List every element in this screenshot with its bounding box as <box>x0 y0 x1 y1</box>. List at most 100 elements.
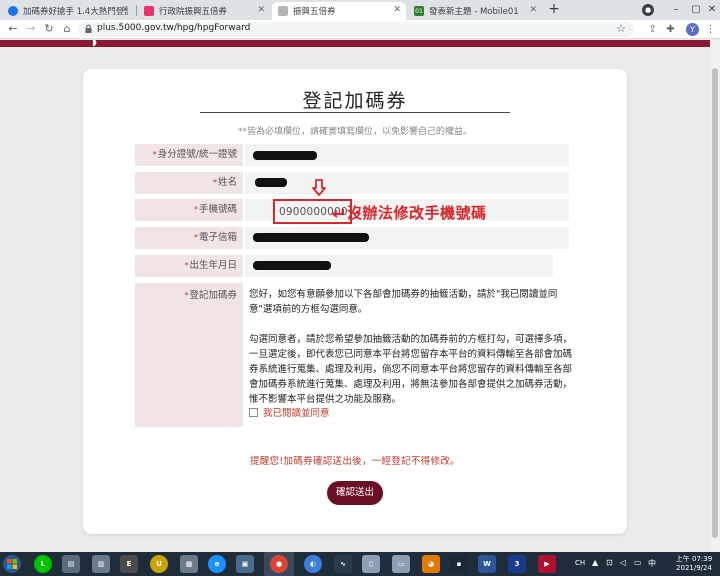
tab-strip: 加碼券好搶手 1.4大熱門登記都破 ✕ 行政院振興五倍券 ✕ 振興五倍券 ✕ 0… <box>0 0 720 20</box>
tv-app-icon[interactable]: 3 <box>508 555 526 573</box>
submit-button[interactable]: 確認送出 <box>327 481 383 505</box>
register-label: *登記加碼券 <box>135 283 243 427</box>
annotation: 沒辦法修改手機號碼 <box>331 202 487 223</box>
system-clock[interactable]: 上午 07:39 2021/9/24 <box>672 555 716 573</box>
folder-app-icon[interactable]: ▥ <box>92 555 110 573</box>
explorer-icon[interactable]: ▣ <box>236 555 254 573</box>
stimulus-favicon-icon <box>278 6 288 16</box>
tab-gov[interactable]: 行政院振興五倍券 ✕ <box>138 2 270 20</box>
mobile01-favicon-icon: 01 <box>414 6 424 16</box>
tab-separator <box>136 5 137 16</box>
bookmark-star-icon[interactable]: ☆ <box>616 22 626 35</box>
ime-icon[interactable]: 中 <box>648 558 656 569</box>
minimize-button[interactable]: – <box>668 2 684 18</box>
close-window-button[interactable]: ✕ <box>704 2 720 18</box>
battery-icon[interactable]: ▭ <box>634 558 642 567</box>
video-app-icon[interactable]: ▶ <box>538 555 556 573</box>
name-field[interactable] <box>245 172 569 194</box>
chrome-icon[interactable]: ● <box>270 555 288 573</box>
extensions-puzzle-icon[interactable]: ✚ <box>664 23 677 36</box>
annotation-text: 沒辦法修改手機號碼 <box>347 204 487 222</box>
redaction-mark <box>253 261 331 270</box>
news-favicon-icon <box>8 6 18 16</box>
site-logo-icon: ◗ <box>92 40 97 48</box>
close-tab-icon[interactable]: ✕ <box>121 5 129 15</box>
network-icon[interactable]: ⊡ <box>606 558 613 567</box>
email-label: *電子信箱 <box>135 227 243 249</box>
tab-stimulus-active[interactable]: 振興五倍券 ✕ <box>272 2 406 20</box>
site-header-bar: ◗ <box>0 40 710 48</box>
back-arrow-icon[interactable]: ← <box>6 22 20 36</box>
clock-time: 上午 07:39 <box>675 555 713 563</box>
name-label: *姓名 <box>135 172 243 194</box>
agree-label[interactable]: 我已閱讀並同意 <box>263 405 330 419</box>
tab-mobile01[interactable]: 01 發表新主題 - Mobile01 ✕ <box>408 2 542 20</box>
consent-text: 您好，如您有意願參加以下各部會加碼券的抽籤活動，請於"我已閱讀並同意"選項前的方… <box>249 287 575 422</box>
tab-title: 加碼券好搶手 1.4大熱門登記都破 <box>23 7 128 17</box>
close-tab-icon[interactable]: ✕ <box>257 5 265 15</box>
url-text: plus.5000.gov.tw/hpg/hpgForward <box>97 23 251 33</box>
submit-reminder: 提醒您!加碼券確認送出後，一經登記不得修改。 <box>250 456 460 467</box>
yellow-app-icon[interactable]: U <box>150 555 168 573</box>
reload-icon[interactable]: ↻ <box>42 22 56 36</box>
consent-paragraph: 勾選同意者，請於您希望參加抽籤活動的加碼券前的方框打勾，可選擇多項，一旦選定後，… <box>249 334 573 405</box>
profile-avatar[interactable]: Y <box>686 23 699 36</box>
page-scrollbar[interactable] <box>710 40 720 552</box>
drive-icon[interactable]: ▤ <box>62 555 80 573</box>
tab-news[interactable]: 加碼券好搶手 1.4大熱門登記都破 ✕ <box>2 2 134 20</box>
consent-paragraph: 您好，如您有意願參加以下各部會加碼券的抽籤活動，請於"我已閱讀並同意"選項前的方… <box>249 289 558 315</box>
home-icon[interactable]: ⌂ <box>60 22 74 36</box>
title-underline <box>200 112 510 113</box>
notes-app-icon[interactable]: ▭ <box>392 555 410 573</box>
down-arrow-annotation-icon <box>312 179 326 196</box>
page-content: ◗ 登記加碼券 **皆為必填欄位，請確實填寫欄位，以免影響自己的權益。 *身分證… <box>0 40 710 552</box>
game-app-icon[interactable]: ◕ <box>422 555 440 573</box>
edge-browser-icon[interactable]: e <box>208 555 226 573</box>
address-bar[interactable]: plus.5000.gov.tw/hpg/hpgForward ☆ <box>78 22 634 37</box>
easy-app-icon[interactable]: E <box>120 555 138 573</box>
scrollbar-thumb[interactable] <box>712 68 718 538</box>
tool-app-icon[interactable]: ▦ <box>180 555 198 573</box>
agree-checkbox[interactable] <box>249 407 258 417</box>
close-tab-icon[interactable]: ✕ <box>529 5 537 15</box>
document-app-icon[interactable]: ▯ <box>362 555 380 573</box>
forward-arrow-icon[interactable]: → <box>24 22 38 36</box>
share-icon[interactable]: ⇪ <box>646 23 659 36</box>
required-note: **皆為必填欄位，請確實填寫欄位，以免影響自己的權益。 <box>237 127 472 137</box>
id-field[interactable] <box>245 144 569 166</box>
close-tab-icon[interactable]: ✕ <box>393 5 401 15</box>
media-control-icon[interactable]: ● <box>642 4 654 16</box>
gov-favicon-icon <box>144 6 154 16</box>
tab-title: 行政院振興五倍券 <box>159 7 228 17</box>
browser-toolbar: ← → ↻ ⌂ plus.5000.gov.tw/hpg/hpgForward … <box>0 20 720 39</box>
tray-expand-icon[interactable]: ▲ <box>592 558 598 567</box>
taskbar: L ▤ ▥ E U ▦ e ▣ ● ◐ ∿ ▯ ▭ ◕ ▪ W 3 ▶ CH ▲… <box>0 552 720 576</box>
id-label: *身分證號/統一證號 <box>135 144 243 166</box>
volume-icon[interactable]: ◁ <box>620 558 626 567</box>
left-arrow-annotation-icon <box>331 208 344 218</box>
line-app-icon[interactable]: L <box>34 555 52 573</box>
birth-field[interactable] <box>245 255 553 277</box>
menu-kebab-icon[interactable]: ⋮ <box>704 23 717 36</box>
word-icon[interactable]: W <box>478 555 496 573</box>
clock-date: 2021/9/24 <box>676 564 712 572</box>
email-field[interactable] <box>245 227 569 249</box>
app-icon[interactable]: ◐ <box>304 555 322 573</box>
redaction-mark <box>253 151 317 160</box>
redaction-mark <box>255 178 287 187</box>
redaction-mark <box>253 233 369 242</box>
tab-title: 發表新主題 - Mobile01 <box>429 7 519 17</box>
maximize-button[interactable]: ▢ <box>688 2 704 18</box>
new-tab-button[interactable]: + <box>546 2 562 18</box>
lock-icon <box>85 24 92 33</box>
phone-label: *手機號碼 <box>135 199 243 221</box>
input-language-indicator[interactable]: CH <box>575 559 585 567</box>
windows-start-icon[interactable] <box>2 554 22 574</box>
misc-app-icon[interactable]: ▪ <box>450 555 468 573</box>
tab-title: 振興五倍券 <box>293 7 336 17</box>
page-title: 登記加碼券 <box>302 90 408 112</box>
birth-label: *出生年月日 <box>135 255 243 277</box>
agree-row[interactable]: 我已閱讀並同意 <box>249 405 330 419</box>
registration-form-card: 登記加碼券 **皆為必填欄位，請確實填寫欄位，以免影響自己的權益。 *身分證號/… <box>83 69 627 534</box>
audio-app-icon[interactable]: ∿ <box>334 555 352 573</box>
